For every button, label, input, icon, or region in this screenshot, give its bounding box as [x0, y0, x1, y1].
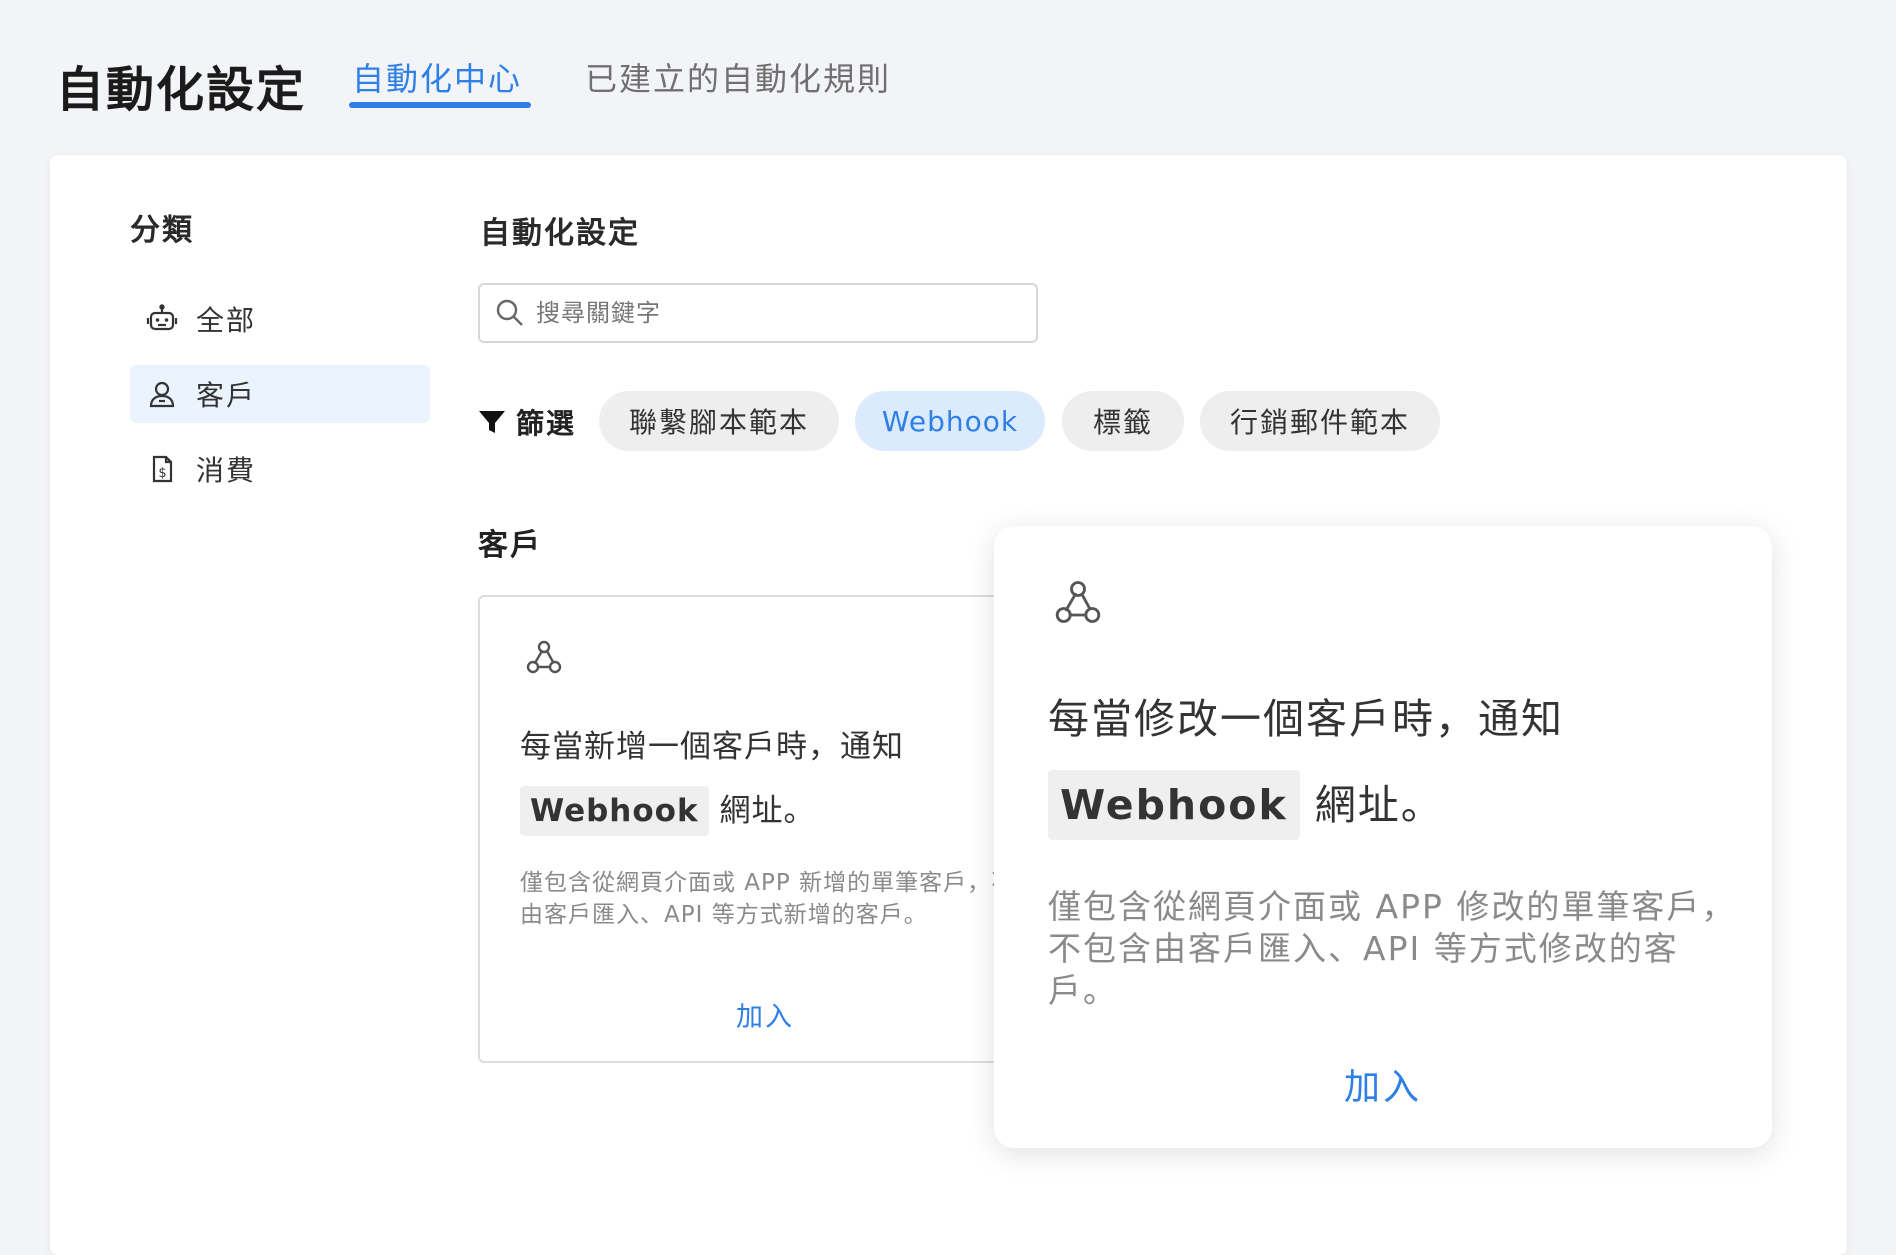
main-heading: 自動化設定	[480, 216, 640, 251]
sidebar-item-consumption[interactable]: $ 消費	[130, 440, 430, 498]
filter-label[interactable]: 篩選	[478, 402, 576, 442]
card-title-code: Webhook	[520, 786, 709, 836]
page-title: 自動化設定	[56, 62, 307, 118]
user-icon	[146, 378, 178, 410]
active-tab-indicator	[349, 102, 531, 108]
card-title-prefix: 每當新增一個客戶時，通知	[520, 729, 904, 765]
card-add-button[interactable]: 加入	[480, 995, 1046, 1034]
popup-title: 每當修改一個客戶時，通知 Webhook 網址。	[1048, 676, 1748, 848]
sidebar-heading: 分類	[130, 213, 194, 248]
search-input[interactable]	[536, 299, 1016, 327]
chip-contact-script-template[interactable]: 聯繫腳本範本	[599, 391, 839, 451]
filter-label-text: 篩選	[516, 407, 577, 440]
top-bar: 自動化設定 自動化中心 已建立的自動化規則	[0, 0, 1896, 150]
chip-tag[interactable]: 標籤	[1062, 391, 1184, 451]
popup-add-button[interactable]: 加入	[994, 1058, 1772, 1110]
tab-created-rules[interactable]: 已建立的自動化規則	[585, 54, 891, 100]
card-title-suffix: 網址。	[708, 793, 816, 829]
filter-icon	[478, 408, 506, 436]
popup-description: 僅包含從網頁介面或 APP 修改的單筆客戶，不包含由客戶匯入、API 等方式修改…	[1048, 887, 1737, 1010]
section-heading-customer: 客戶	[478, 528, 542, 563]
sidebar-item-label: 消費	[196, 454, 257, 487]
sidebar-item-all[interactable]: 全部	[130, 290, 430, 348]
webhook-icon	[524, 637, 564, 677]
svg-text:$: $	[158, 466, 166, 481]
chip-webhook[interactable]: Webhook	[855, 391, 1045, 451]
sidebar-item-customer[interactable]: 客戶	[130, 365, 430, 423]
sidebar-item-label: 全部	[196, 304, 257, 337]
popup-title-code: Webhook	[1048, 770, 1300, 840]
automation-card-popup[interactable]: 每當修改一個客戶時，通知 Webhook 網址。 僅包含從網頁介面或 APP 修…	[994, 526, 1772, 1148]
card-title: 每當新增一個客戶時，通知 Webhook 網址。	[520, 715, 1046, 843]
receipt-icon: $	[146, 453, 178, 485]
tab-automation-center[interactable]: 自動化中心	[352, 54, 522, 100]
card-description: 僅包含從網頁介面或 APP 新增的單筆客戶，不包含由客戶匯入、API 等方式新增…	[520, 870, 1048, 928]
popup-title-prefix: 每當修改一個客戶時，通知	[1048, 695, 1564, 743]
automation-card[interactable]: 每當新增一個客戶時，通知 Webhook 網址。 僅包含從網頁介面或 APP 新…	[478, 595, 1048, 1063]
chip-marketing-email-template[interactable]: 行銷郵件範本	[1200, 391, 1440, 451]
search-box	[478, 283, 1038, 343]
popup-title-suffix: 網址。	[1299, 781, 1444, 829]
webhook-icon	[1052, 576, 1104, 628]
search-icon	[494, 297, 526, 329]
sidebar-item-label: 客戶	[196, 379, 257, 412]
robot-icon	[146, 303, 178, 335]
